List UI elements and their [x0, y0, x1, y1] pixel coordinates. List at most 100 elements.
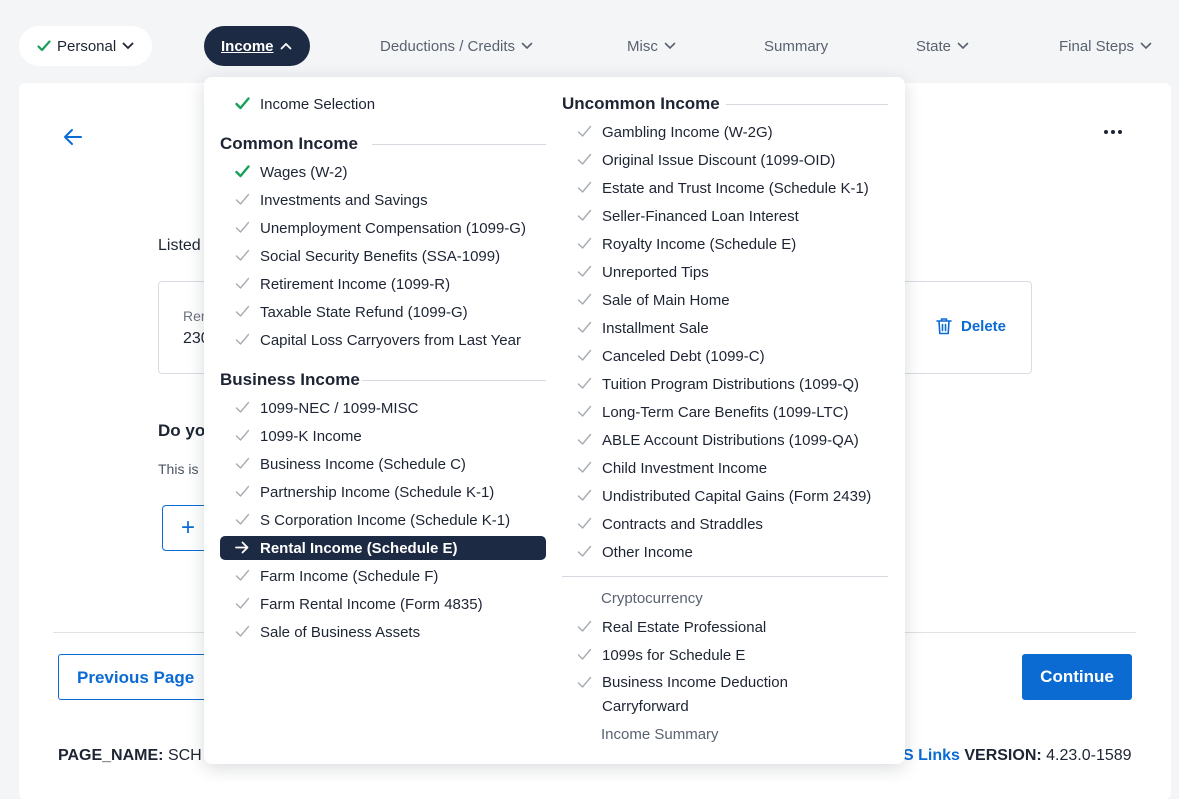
menu-item-label: Canceled Debt (1099-C) [602, 348, 765, 365]
menu-item[interactable]: Gambling Income (W-2G) [562, 120, 892, 144]
menu-item-label: Long-Term Care Benefits (1099-LTC) [602, 404, 849, 421]
menu-item[interactable]: Original Issue Discount (1099-OID) [562, 148, 892, 172]
menu-item-label: Business Income (Schedule C) [260, 456, 466, 473]
menu-item[interactable]: ABLE Account Distributions (1099-QA) [562, 428, 892, 452]
menu-item-label: Child Investment Income [602, 460, 768, 477]
menu-item-label: Rental Income (Schedule E) [260, 540, 458, 557]
check-icon [235, 193, 250, 205]
menu-item[interactable]: Tuition Program Distributions (1099-Q) [562, 372, 892, 396]
menu-item-label: Capital Loss Carryovers from Last Year [260, 332, 521, 349]
back-arrow-icon[interactable] [63, 127, 83, 147]
check-icon [577, 265, 592, 277]
menu-item-label: Undistributed Capital Gains (Form 2439) [602, 488, 872, 505]
continue-button[interactable]: Continue [1022, 654, 1132, 700]
menu-item-label: Social Security Benefits (SSA-1099) [260, 248, 501, 265]
menu-item-income-summary[interactable]: Income Summary [601, 726, 719, 743]
menu-item[interactable]: Business Income Deduction Carryforward [562, 671, 892, 719]
menu-item[interactable]: Estate and Trust Income (Schedule K-1) [562, 176, 892, 200]
menu-item[interactable]: 1099-NEC / 1099-MISC [220, 396, 546, 420]
version-footer: S Links VERSION: 4.23.0-1589 [903, 747, 1132, 765]
check-icon [235, 485, 250, 497]
menu-item[interactable]: Farm Rental Income (Form 4835) [220, 592, 546, 616]
check-icon [235, 569, 250, 581]
nav-income[interactable]: Income [204, 26, 310, 66]
section-divider [562, 576, 888, 577]
nav-summary[interactable]: Summary [764, 26, 828, 66]
menu-item[interactable]: Child Investment Income [562, 456, 892, 480]
check-icon [577, 125, 592, 137]
menu-item-label: Installment Sale [602, 320, 709, 337]
check-icon [235, 333, 250, 345]
menu-item[interactable]: Long-Term Care Benefits (1099-LTC) [562, 400, 892, 424]
arrow-right-icon [235, 541, 249, 554]
menu-item-label: ABLE Account Distributions (1099-QA) [602, 432, 859, 449]
menu-item[interactable]: Unreported Tips [562, 260, 892, 284]
menu-item-label: Royalty Income (Schedule E) [602, 236, 797, 253]
menu-item[interactable]: Sale of Business Assets [220, 620, 546, 644]
menu-item[interactable]: Taxable State Refund (1099-G) [220, 300, 546, 324]
menu-item[interactable]: Business Income (Schedule C) [220, 452, 546, 476]
menu-item[interactable]: Installment Sale [562, 316, 892, 340]
menu-item[interactable]: Undistributed Capital Gains (Form 2439) [562, 484, 892, 508]
menu-item[interactable]: Wages (W-2) [220, 160, 546, 184]
check-icon [235, 513, 250, 525]
menu-item[interactable]: Farm Income (Schedule F) [220, 564, 546, 588]
check-icon [577, 153, 592, 165]
question-subtext: This is [158, 461, 199, 477]
chevron-down-icon [664, 42, 676, 50]
menu-item[interactable]: Investments and Savings [220, 188, 546, 212]
nav-income-label: Income [221, 37, 274, 55]
menu-item-label: Farm Income (Schedule F) [260, 568, 439, 585]
menu-item[interactable]: S Corporation Income (Schedule K-1) [220, 508, 546, 532]
menu-item[interactable]: Rental Income (Schedule E) [220, 536, 546, 560]
menu-item[interactable]: Sale of Main Home [562, 288, 892, 312]
menu-item[interactable]: Capital Loss Carryovers from Last Year [220, 328, 546, 352]
menu-item[interactable]: Partnership Income (Schedule K-1) [220, 480, 546, 504]
delete-button[interactable]: Delete [936, 317, 1006, 335]
check-icon [235, 457, 250, 469]
income-dropdown-menu: Income Selection Common Income Wages (W-… [204, 77, 905, 764]
menu-item[interactable]: Unemployment Compensation (1099-G) [220, 216, 546, 240]
check-icon [235, 625, 250, 637]
page-name-footer: PAGE_NAME: SCH [58, 747, 202, 765]
chevron-down-icon [957, 42, 969, 50]
check-icon [577, 620, 592, 632]
check-icon [577, 237, 592, 249]
section-divider [726, 104, 888, 105]
menu-item[interactable]: Seller-Financed Loan Interest [562, 204, 892, 228]
page-name-key: PAGE_NAME: [58, 747, 164, 764]
page-name-value: SCH [167, 747, 202, 764]
nav-state[interactable]: State [916, 26, 969, 66]
menu-item[interactable]: Real Estate Professional [562, 615, 892, 639]
check-icon [235, 165, 250, 178]
menu-item[interactable]: Canceled Debt (1099-C) [562, 344, 892, 368]
more-options-icon[interactable] [1104, 130, 1122, 134]
nav-personal[interactable]: Personal [19, 26, 152, 66]
menu-item-cryptocurrency[interactable]: Cryptocurrency [601, 590, 703, 607]
menu-item-label: Partnership Income (Schedule K-1) [260, 484, 495, 501]
version-key: VERSION: [964, 747, 1042, 764]
nav-final-steps[interactable]: Final Steps [1059, 26, 1152, 66]
check-icon [577, 321, 592, 333]
menu-item[interactable]: Contracts and Straddles [562, 512, 892, 536]
menu-item[interactable]: Other Income [562, 540, 892, 564]
menu-item[interactable]: 1099-K Income [220, 424, 546, 448]
nav-deductions[interactable]: Deductions / Credits [380, 26, 533, 66]
check-icon [577, 377, 592, 389]
chevron-down-icon [122, 42, 134, 50]
listed-text: Listed [158, 237, 201, 254]
menu-item-label: Farm Rental Income (Form 4835) [260, 596, 483, 613]
menu-item-label: Income Selection [260, 96, 376, 113]
links-link[interactable]: S Links [903, 747, 960, 764]
check-icon [235, 401, 250, 413]
nav-misc[interactable]: Misc [627, 26, 676, 66]
menu-item-income-selection[interactable]: Income Selection [220, 92, 546, 116]
nav-personal-label: Personal [57, 37, 117, 55]
menu-item[interactable]: 1099s for Schedule E [562, 643, 892, 667]
menu-item[interactable]: Royalty Income (Schedule E) [562, 232, 892, 256]
menu-item-label: Investments and Savings [260, 192, 428, 209]
menu-item-label: Sale of Business Assets [260, 624, 421, 641]
menu-item-label: 1099s for Schedule E [602, 647, 746, 664]
menu-item[interactable]: Social Security Benefits (SSA-1099) [220, 244, 546, 268]
menu-item[interactable]: Retirement Income (1099-R) [220, 272, 546, 296]
